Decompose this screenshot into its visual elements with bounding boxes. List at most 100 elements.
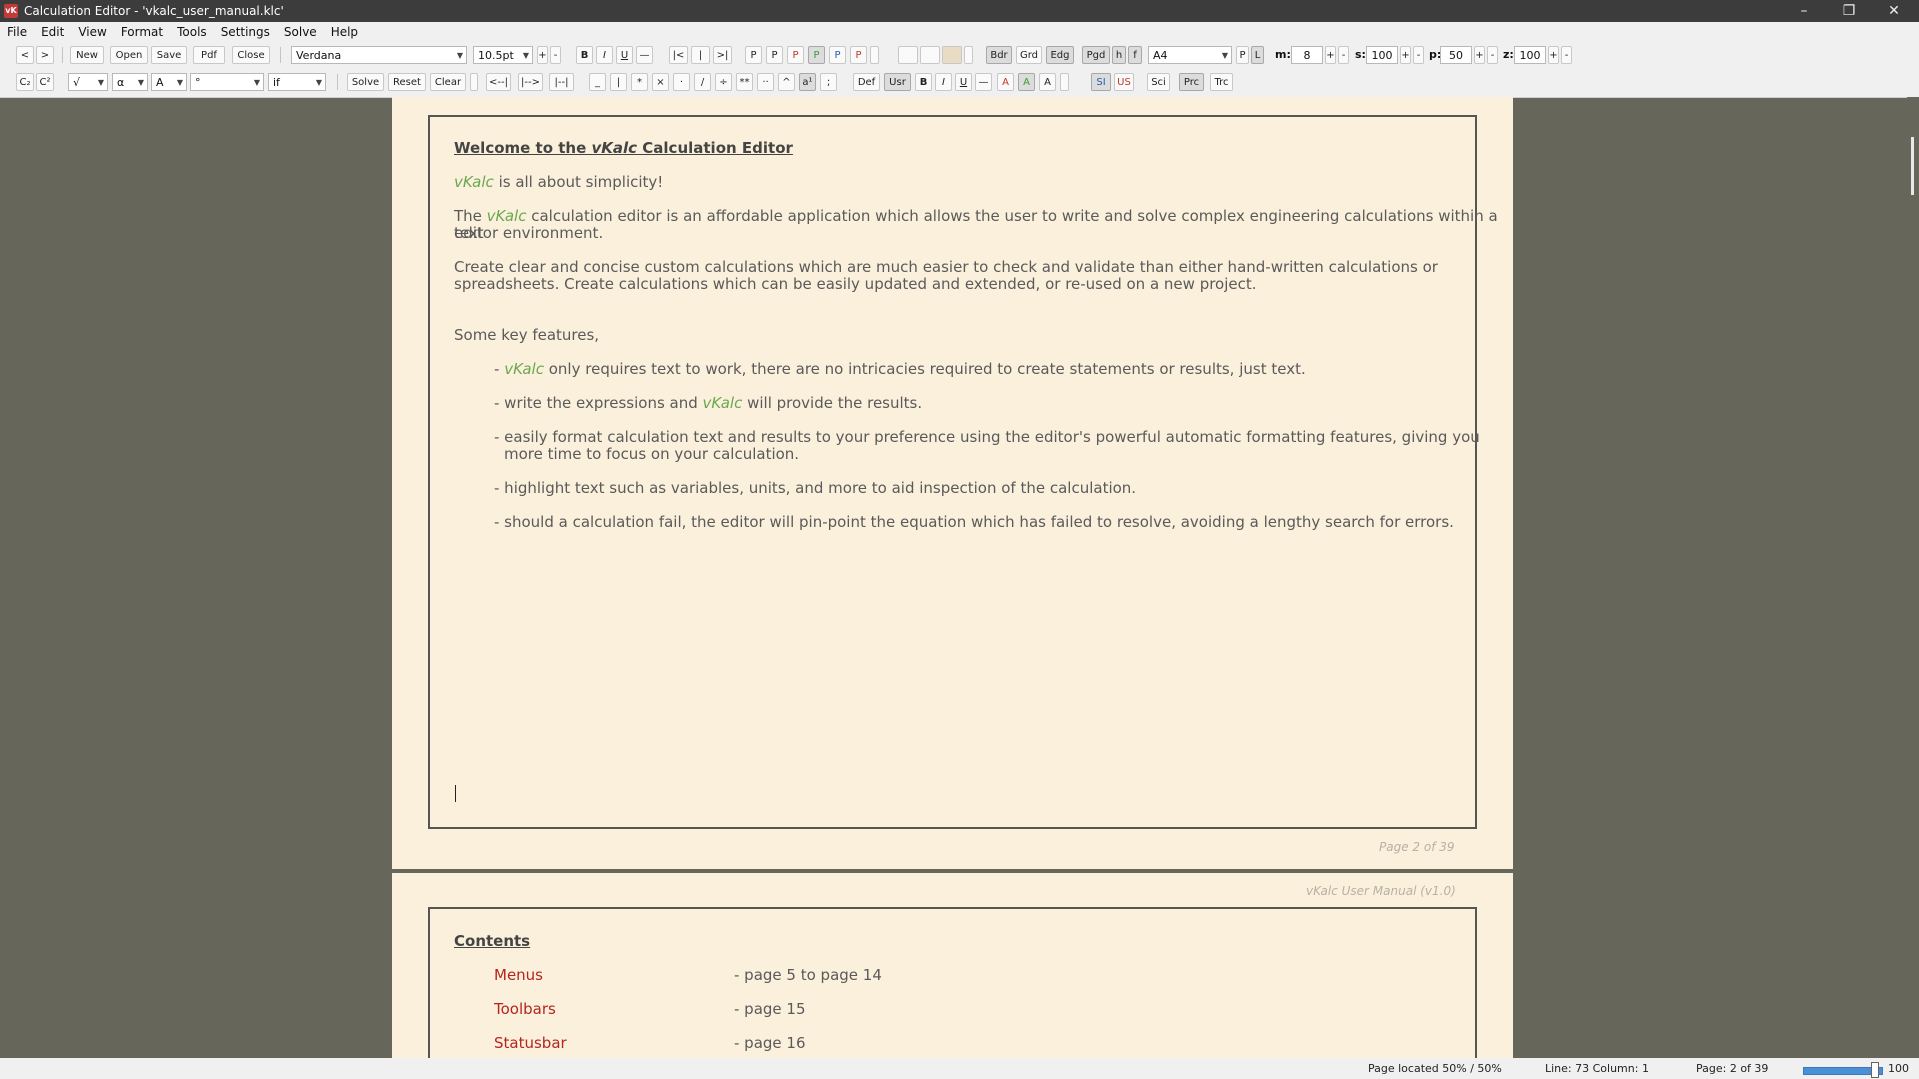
span-arrow-button[interactable]: |--| <box>549 73 574 91</box>
user-format-button[interactable]: Usr <box>884 73 911 91</box>
reset-button[interactable]: Reset <box>388 73 426 91</box>
zoom-decrease-button[interactable]: - <box>1561 46 1572 64</box>
spacing-field[interactable]: 100 <box>1366 46 1398 64</box>
format-italic-button[interactable]: I <box>935 73 952 91</box>
margin-increase-button[interactable]: + <box>1325 46 1336 64</box>
precision-button[interactable]: Prc <box>1179 73 1204 91</box>
font-size-decrease-button[interactable]: - <box>550 46 561 64</box>
op-semicolon-button[interactable]: ; <box>820 73 837 91</box>
menu-edit[interactable]: Edit <box>34 25 71 39</box>
back-button[interactable]: < <box>16 46 34 64</box>
toc-link-toolbars[interactable]: Toolbars <box>494 1001 556 1018</box>
greek-select[interactable]: α ▼ <box>112 73 148 91</box>
format-strike-button[interactable]: — <box>975 73 992 91</box>
strike-button[interactable]: — <box>636 46 653 64</box>
default-format-button[interactable]: Def <box>853 73 880 91</box>
forward-button[interactable]: > <box>36 46 54 64</box>
border-toggle[interactable]: Bdr <box>986 46 1012 64</box>
format-underline-button[interactable]: U <box>955 73 972 91</box>
truncate-button[interactable]: Trc <box>1210 73 1233 91</box>
menu-solve[interactable]: Solve <box>277 25 324 39</box>
paper-size-select[interactable]: A4 ▼ <box>1148 46 1232 64</box>
margin-decrease-button[interactable]: - <box>1338 46 1349 64</box>
spacing-decrease-button[interactable]: - <box>1413 46 1424 64</box>
letter-select[interactable]: A ▼ <box>151 73 187 91</box>
right-arrow-button[interactable]: |--> <box>518 73 543 91</box>
bold-button[interactable]: B <box>576 46 593 64</box>
color-swatch[interactable] <box>964 46 973 64</box>
paragraph-button[interactable]: P <box>766 46 783 64</box>
position-field[interactable]: 50 <box>1440 46 1472 64</box>
grid-toggle[interactable]: Grd <box>1016 46 1042 64</box>
save-button[interactable]: Save <box>151 46 187 64</box>
spacing-increase-button[interactable]: + <box>1400 46 1411 64</box>
blank-button[interactable] <box>1060 73 1069 91</box>
toc-link-menus[interactable]: Menus <box>494 967 543 984</box>
format-bold-button[interactable]: B <box>915 73 932 91</box>
restore-icon[interactable]: ❐ <box>1826 0 1872 22</box>
paragraph-button[interactable]: P <box>850 46 867 64</box>
page-divider-toggle[interactable]: Pgd <box>1082 46 1110 64</box>
text-color-green-button[interactable]: A <box>1018 73 1035 91</box>
op-times-button[interactable]: × <box>652 73 669 91</box>
open-button[interactable]: Open <box>110 46 148 64</box>
superscript-button[interactable]: C² <box>36 73 54 91</box>
text-color-red-button[interactable]: A <box>997 73 1014 91</box>
text-color-default-button[interactable]: A <box>1039 73 1056 91</box>
symbol-select[interactable]: ° ▼ <box>190 73 264 91</box>
menu-file[interactable]: File <box>0 25 34 39</box>
toc-link-statusbar[interactable]: Statusbar <box>494 1035 567 1052</box>
zoom-field[interactable]: 100 <box>1514 46 1546 64</box>
op-underscore-button[interactable]: _ <box>589 73 606 91</box>
zoom-increase-button[interactable]: + <box>1548 46 1559 64</box>
blank-button[interactable] <box>470 73 478 91</box>
close-file-button[interactable]: Close <box>232 46 270 64</box>
op-slash-button[interactable]: / <box>694 73 711 91</box>
align-center-button[interactable]: | <box>691 46 710 64</box>
font-size-select[interactable]: 10.5pt ▼ <box>473 46 533 64</box>
scientific-button[interactable]: Sci <box>1147 73 1170 91</box>
clear-button[interactable]: Clear <box>430 73 466 91</box>
editor-workspace[interactable]: Welcome to the vKalc Calculation Editor … <box>0 97 1919 1058</box>
condition-select[interactable]: if ▼ <box>268 73 326 91</box>
portrait-button[interactable]: P <box>1236 46 1249 64</box>
paragraph-button[interactable]: P <box>808 46 825 64</box>
italic-button[interactable]: I <box>596 46 613 64</box>
vertical-scrollbar[interactable] <box>1907 97 1919 1058</box>
menu-help[interactable]: Help <box>324 25 365 39</box>
left-arrow-button[interactable]: <--| <box>486 73 511 91</box>
position-increase-button[interactable]: + <box>1474 46 1485 64</box>
document-page[interactable]: Welcome to the vKalc Calculation Editor … <box>392 97 1513 869</box>
underline-button[interactable]: U <box>616 46 633 64</box>
us-units-button[interactable]: US <box>1114 73 1134 91</box>
paragraph-button[interactable]: P <box>787 46 804 64</box>
close-icon[interactable]: ✕ <box>1871 0 1917 22</box>
margin-field[interactable]: 8 <box>1291 46 1323 64</box>
op-exponent-button[interactable]: a¹ <box>799 73 816 91</box>
solve-button[interactable]: Solve <box>347 73 384 91</box>
color-swatch[interactable] <box>920 46 940 64</box>
header-toggle[interactable]: h <box>1112 46 1126 64</box>
op-caret-button[interactable]: ^ <box>778 73 795 91</box>
color-swatch[interactable] <box>942 46 962 64</box>
document-page[interactable]: vKalc User Manual (v1.0) Contents Menus … <box>392 873 1513 1058</box>
paragraph-button[interactable]: P <box>745 46 762 64</box>
op-dot-button[interactable]: · <box>673 73 690 91</box>
align-left-button[interactable]: |< <box>669 46 688 64</box>
op-bar-button[interactable]: | <box>610 73 627 91</box>
align-right-button[interactable]: >| <box>713 46 732 64</box>
font-select[interactable]: Verdana ▼ <box>291 46 467 64</box>
minimize-icon[interactable]: – <box>1781 0 1827 22</box>
new-button[interactable]: New <box>70 46 104 64</box>
footer-toggle[interactable]: f <box>1128 46 1142 64</box>
menu-view[interactable]: View <box>71 25 113 39</box>
subscript-button[interactable]: C₂ <box>16 73 34 91</box>
menu-format[interactable]: Format <box>114 25 170 39</box>
op-power-button[interactable]: ** <box>736 73 753 91</box>
scrollbar-thumb[interactable] <box>1911 137 1914 195</box>
landscape-button[interactable]: L <box>1251 46 1264 64</box>
menu-tools[interactable]: Tools <box>170 25 214 39</box>
menu-settings[interactable]: Settings <box>214 25 277 39</box>
color-swatch[interactable] <box>870 46 879 64</box>
root-select[interactable]: √ ▼ <box>68 73 108 91</box>
